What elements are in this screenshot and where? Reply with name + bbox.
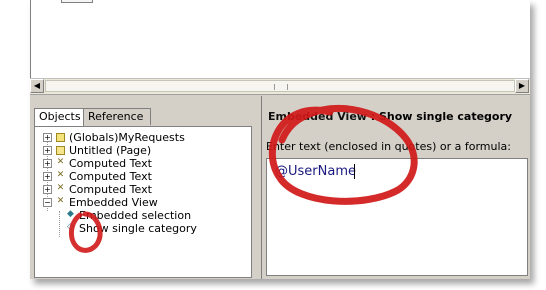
tree-item-label: Untitled (Page): [69, 144, 152, 157]
expand-icon[interactable]: +: [43, 172, 52, 181]
formula-panel: Embedded View : Show single category Ent…: [261, 96, 530, 279]
embedded-view-icon: ✕: [56, 196, 65, 206]
top-stub: [61, 0, 93, 3]
app-window: ◀ ▶ Objects Reference + (Globals)MyReque…: [30, 0, 530, 279]
expand-icon[interactable]: +: [43, 159, 52, 168]
computed-text-icon: ✕: [56, 183, 65, 193]
scroll-right-button[interactable]: ▶: [515, 79, 529, 93]
diamond-outline-icon: ◇: [67, 222, 74, 232]
tree-item-computed-text[interactable]: + ✕ Computed Text: [35, 157, 249, 170]
formula-text[interactable]: @UserName: [275, 164, 356, 179]
computed-text-icon: ✕: [56, 157, 65, 167]
objects-panel: Objects Reference + (Globals)MyRequests …: [30, 96, 258, 279]
object-tree[interactable]: + (Globals)MyRequests + Untitled (Page) …: [34, 126, 252, 278]
tree-item-label: Computed Text: [69, 170, 152, 183]
tree-item-show-single-category[interactable]: ◇ Show single category: [35, 222, 249, 235]
expand-icon[interactable]: +: [43, 185, 52, 194]
scrollbar-grip: [274, 84, 288, 90]
globals-icon: [56, 133, 65, 142]
page-icon: [56, 146, 65, 155]
tree-item-label: Computed Text: [69, 157, 152, 170]
tab-objects[interactable]: Objects: [34, 108, 84, 126]
tree-item-label: Embedded selection: [79, 209, 192, 222]
collapse-icon[interactable]: −: [43, 198, 52, 207]
tree-item-label: Embedded View: [69, 196, 158, 209]
formula-prompt: Enter text (enclosed in quotes) or a for…: [266, 140, 511, 153]
scroll-left-button[interactable]: ◀: [30, 79, 44, 93]
tree-item-label: Show single category: [79, 222, 197, 235]
tree-item-label: (Globals)MyRequests: [69, 131, 185, 144]
computed-text-icon: ✕: [56, 170, 65, 180]
tree-item-page[interactable]: + Untitled (Page): [35, 144, 249, 157]
scrollbar-thumb[interactable]: [45, 80, 515, 92]
tree-item-embedded-selection[interactable]: ◆ Embedded selection: [35, 209, 249, 222]
formula-editor[interactable]: @UserName: [266, 158, 528, 276]
tree-item-globals[interactable]: + (Globals)MyRequests: [35, 131, 249, 144]
expand-icon[interactable]: +: [43, 133, 52, 142]
panel-title: Embedded View : Show single category: [268, 110, 512, 123]
tree-item-embedded-view[interactable]: − ✕ Embedded View: [35, 196, 249, 209]
tree-item-label: Computed Text: [69, 183, 152, 196]
editor-pane[interactable]: [30, 0, 530, 78]
diamond-filled-icon: ◆: [67, 209, 74, 219]
tree-item-computed-text[interactable]: + ✕ Computed Text: [35, 183, 249, 196]
tree-item-computed-text[interactable]: + ✕ Computed Text: [35, 170, 249, 183]
panel-title-object: Embedded View: [268, 110, 367, 123]
panel-title-event: : Show single category: [366, 110, 513, 123]
horizontal-scrollbar[interactable]: ◀ ▶: [30, 78, 530, 95]
expand-icon[interactable]: +: [43, 146, 52, 155]
tab-reference[interactable]: Reference: [83, 108, 151, 125]
text-caret: [354, 164, 355, 179]
